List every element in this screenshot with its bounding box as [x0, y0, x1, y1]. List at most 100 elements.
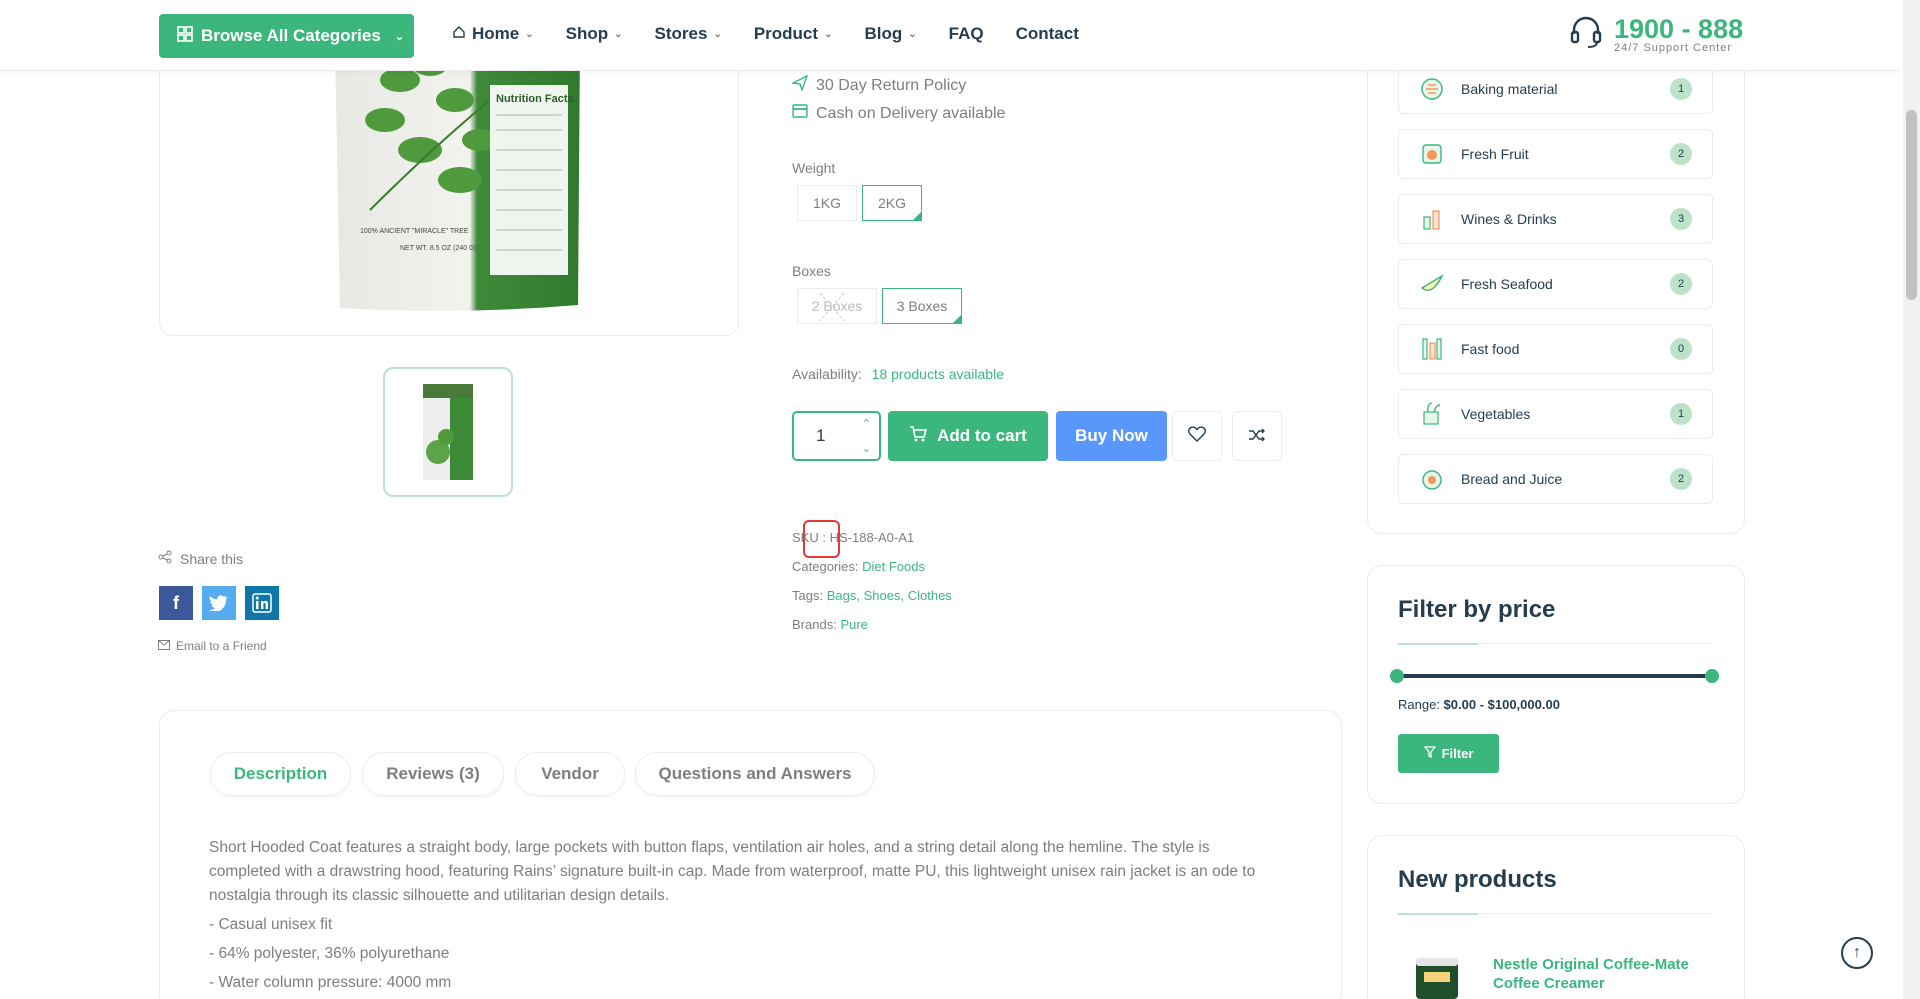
- category-item[interactable]: Fresh Fruit 2: [1398, 129, 1713, 179]
- description-text: Short Hooded Coat features a straight bo…: [209, 839, 1256, 904]
- boxes-option-3[interactable]: 3 Boxes: [882, 288, 962, 324]
- email-to-friend-link[interactable]: Email to a Friend: [158, 639, 267, 653]
- add-to-cart-button[interactable]: Add to cart: [888, 411, 1048, 461]
- unavailable-cross-icon: [819, 292, 845, 322]
- wishlist-button[interactable]: [1172, 411, 1222, 461]
- categories-row: Categories: Diet Foods: [792, 559, 925, 574]
- category-link[interactable]: Diet Foods: [862, 559, 925, 574]
- category-count: 2: [1670, 143, 1692, 165]
- nav-product-label: Product: [753, 24, 819, 43]
- category-item[interactable]: Vegetables 1: [1398, 389, 1713, 439]
- twitter-icon[interactable]: [202, 586, 236, 620]
- support-subtitle: 24/7 Support Center: [1614, 41, 1733, 54]
- mail-icon: [158, 639, 170, 653]
- credit-card-icon: [792, 104, 808, 123]
- category-name: Bread and Juice: [1461, 471, 1563, 487]
- nav-blog[interactable]: Blog ⌄: [864, 24, 916, 44]
- category-item[interactable]: Fast food 0: [1398, 324, 1713, 374]
- tag-link-bags[interactable]: Bags: [827, 588, 857, 603]
- product-main-image[interactable]: Nutrition Facts 100% ANCIENT "MIRACLE" T…: [159, 40, 739, 336]
- category-name: Fresh Fruit: [1461, 146, 1529, 162]
- filter-button[interactable]: Filter: [1398, 734, 1499, 773]
- browse-categories-button[interactable]: Browse All Categories ⌄: [159, 14, 414, 58]
- linkedin-icon[interactable]: [245, 586, 279, 620]
- availability-value: 18 products available: [871, 366, 1004, 382]
- category-count: 0: [1670, 338, 1692, 360]
- chevron-up-icon[interactable]: ⌃: [862, 417, 871, 430]
- availability: Availability: 18 products available: [792, 366, 1004, 382]
- focus-highlight-box: [803, 520, 840, 558]
- baking-icon: [1417, 74, 1447, 104]
- chevron-down-icon: ⌄: [614, 28, 623, 40]
- product-thumbnail[interactable]: [383, 367, 513, 497]
- tab-vendor[interactable]: Vendor: [515, 752, 625, 796]
- share-icon: [158, 550, 172, 567]
- price-slider-max-handle[interactable]: [1705, 669, 1719, 683]
- price-slider-min-handle[interactable]: [1390, 669, 1404, 683]
- weight-option-1kg[interactable]: 1KG: [797, 185, 857, 221]
- social-share-buttons: f: [159, 586, 279, 620]
- boxes-option-2[interactable]: 2 Boxes: [797, 288, 877, 324]
- price-slider-track[interactable]: [1398, 674, 1712, 678]
- nav-shop[interactable]: Shop ⌄: [566, 24, 623, 44]
- share-label: Share this: [180, 550, 244, 567]
- tab-reviews[interactable]: Reviews (3): [362, 752, 504, 796]
- support-center: 1900 - 888 24/7 Support Center: [1568, 14, 1743, 55]
- svg-text:Nutrition Facts: Nutrition Facts: [496, 93, 574, 105]
- sku-value: HS-188-A0-A1: [829, 530, 915, 545]
- compare-button[interactable]: [1232, 411, 1282, 461]
- buy-now-button[interactable]: Buy Now: [1056, 411, 1167, 461]
- scrollbar-thumb[interactable]: [1906, 110, 1917, 300]
- nav-home[interactable]: Home ⌄: [452, 24, 534, 44]
- fast-food-icon: [1417, 334, 1447, 364]
- category-count: 2: [1670, 273, 1692, 295]
- main-nav: Home ⌄ Shop ⌄ Stores ⌄ Product ⌄ Blog ⌄ …: [452, 24, 1111, 44]
- chevron-down-icon: ⌄: [908, 28, 917, 40]
- browse-categories-label: Browse All Categories: [201, 26, 381, 45]
- quantity-value: 1: [816, 426, 826, 445]
- chevron-down-icon: ⌄: [713, 28, 722, 40]
- category-item[interactable]: Fresh Seafood 2: [1398, 259, 1713, 309]
- tag-link-shoes[interactable]: Shoes: [864, 588, 901, 603]
- nav-faq[interactable]: FAQ: [949, 24, 984, 44]
- category-item[interactable]: Baking material 1: [1398, 64, 1713, 114]
- nav-product[interactable]: Product ⌄: [754, 24, 833, 44]
- grid-icon: [177, 25, 193, 47]
- add-to-cart-label: Add to cart: [937, 426, 1027, 445]
- tag-link-clothes[interactable]: Clothes: [908, 588, 952, 603]
- chevron-down-icon[interactable]: ⌄: [862, 442, 871, 455]
- heart-icon: [1188, 425, 1206, 447]
- category-item[interactable]: Wines & Drinks 3: [1398, 194, 1713, 244]
- home-icon: [452, 24, 466, 44]
- facebook-icon[interactable]: f: [159, 586, 193, 620]
- brand-link[interactable]: Pure: [840, 617, 867, 632]
- svg-text:NET WT. 8.5 OZ (240 G): NET WT. 8.5 OZ (240 G): [400, 245, 477, 252]
- tab-description[interactable]: Description: [210, 752, 351, 796]
- shuffle-icon: [1248, 426, 1266, 447]
- description-bullet: - Water column pressure: 4000 mm: [209, 974, 452, 991]
- nav-stores-label: Stores: [654, 24, 708, 43]
- quantity-stepper[interactable]: 1 ⌃ ⌄: [792, 411, 881, 461]
- share-this: Share this: [158, 550, 243, 567]
- category-name: Fresh Seafood: [1461, 276, 1553, 292]
- return-policy-label: 30 Day Return Policy: [816, 76, 967, 94]
- support-number: 1900 - 888: [1614, 13, 1744, 44]
- category-item[interactable]: Bread and Juice 2: [1398, 454, 1713, 504]
- nav-shop-label: Shop: [565, 24, 609, 43]
- new-product-thumbnail[interactable]: [1412, 954, 1462, 999]
- category-count: 3: [1670, 208, 1692, 230]
- tab-questions[interactable]: Questions and Answers: [635, 752, 875, 796]
- category-name: Fast food: [1461, 341, 1520, 357]
- title-divider: [1398, 913, 1713, 915]
- nav-contact[interactable]: Contact: [1016, 24, 1079, 44]
- new-product-name[interactable]: Nestle Original Coffee-Mate Coffee Cream…: [1493, 955, 1693, 993]
- description-bullet: - 64% polyester, 36% polyurethane: [209, 945, 450, 962]
- arrow-up-icon: ↑: [1853, 944, 1861, 961]
- chevron-down-icon: ⌄: [525, 28, 534, 40]
- nav-stores[interactable]: Stores ⌄: [655, 24, 722, 44]
- return-policy: 30 Day Return Policy: [790, 74, 967, 96]
- email-friend-label: Email to a Friend: [176, 639, 267, 653]
- nav-blog-label: Blog: [864, 24, 903, 43]
- back-to-top-button[interactable]: ↑: [1841, 937, 1873, 969]
- weight-option-2kg[interactable]: 2KG: [862, 185, 922, 221]
